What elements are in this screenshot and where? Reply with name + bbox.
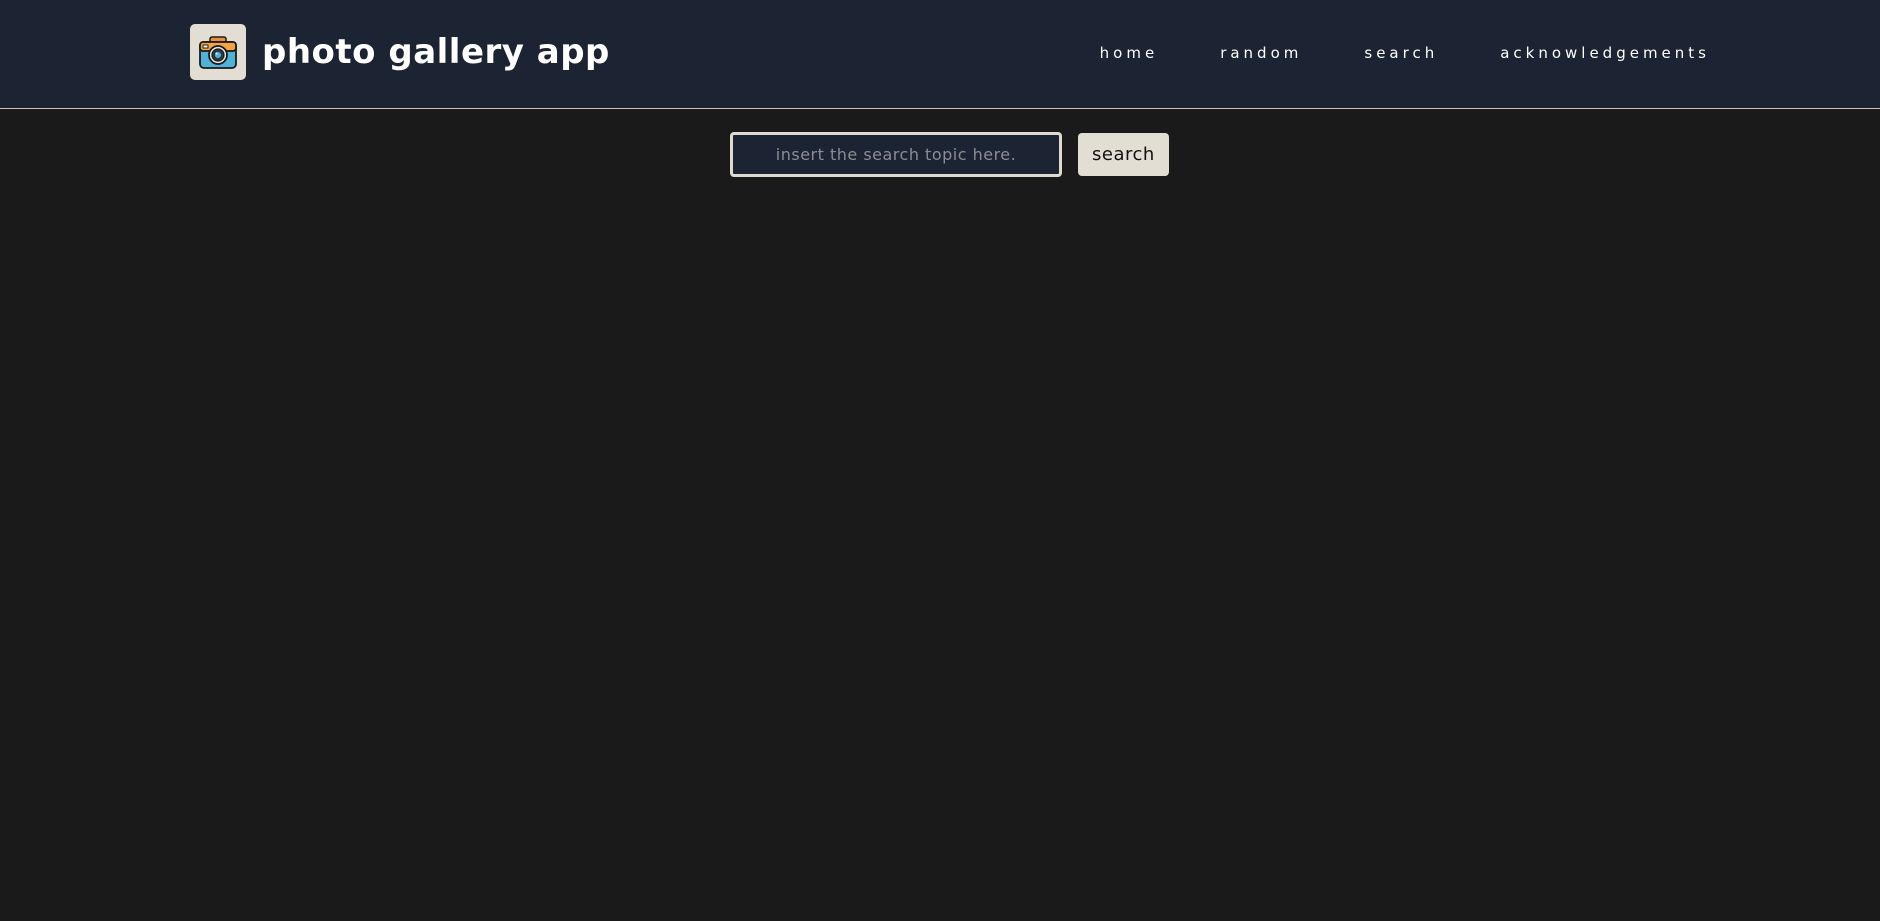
nav-random-link[interactable]: random: [1220, 44, 1302, 62]
nav-acknowledgements-link[interactable]: acknowledgements: [1500, 44, 1710, 62]
top-navbar: photo gallery app home random search ack…: [0, 0, 1880, 109]
search-button[interactable]: search: [1078, 133, 1169, 176]
nav-home-link[interactable]: home: [1100, 44, 1159, 62]
nav-search-link[interactable]: search: [1364, 44, 1438, 62]
camera-icon: [199, 36, 237, 69]
search-bar: search: [730, 132, 1169, 177]
search-input[interactable]: [730, 132, 1062, 177]
results-area: [0, 180, 1880, 921]
logo[interactable]: [190, 24, 246, 80]
app-title: photo gallery app: [262, 32, 610, 72]
main-nav: home random search acknowledgements: [1000, 0, 1710, 106]
brand[interactable]: photo gallery app: [190, 24, 610, 80]
